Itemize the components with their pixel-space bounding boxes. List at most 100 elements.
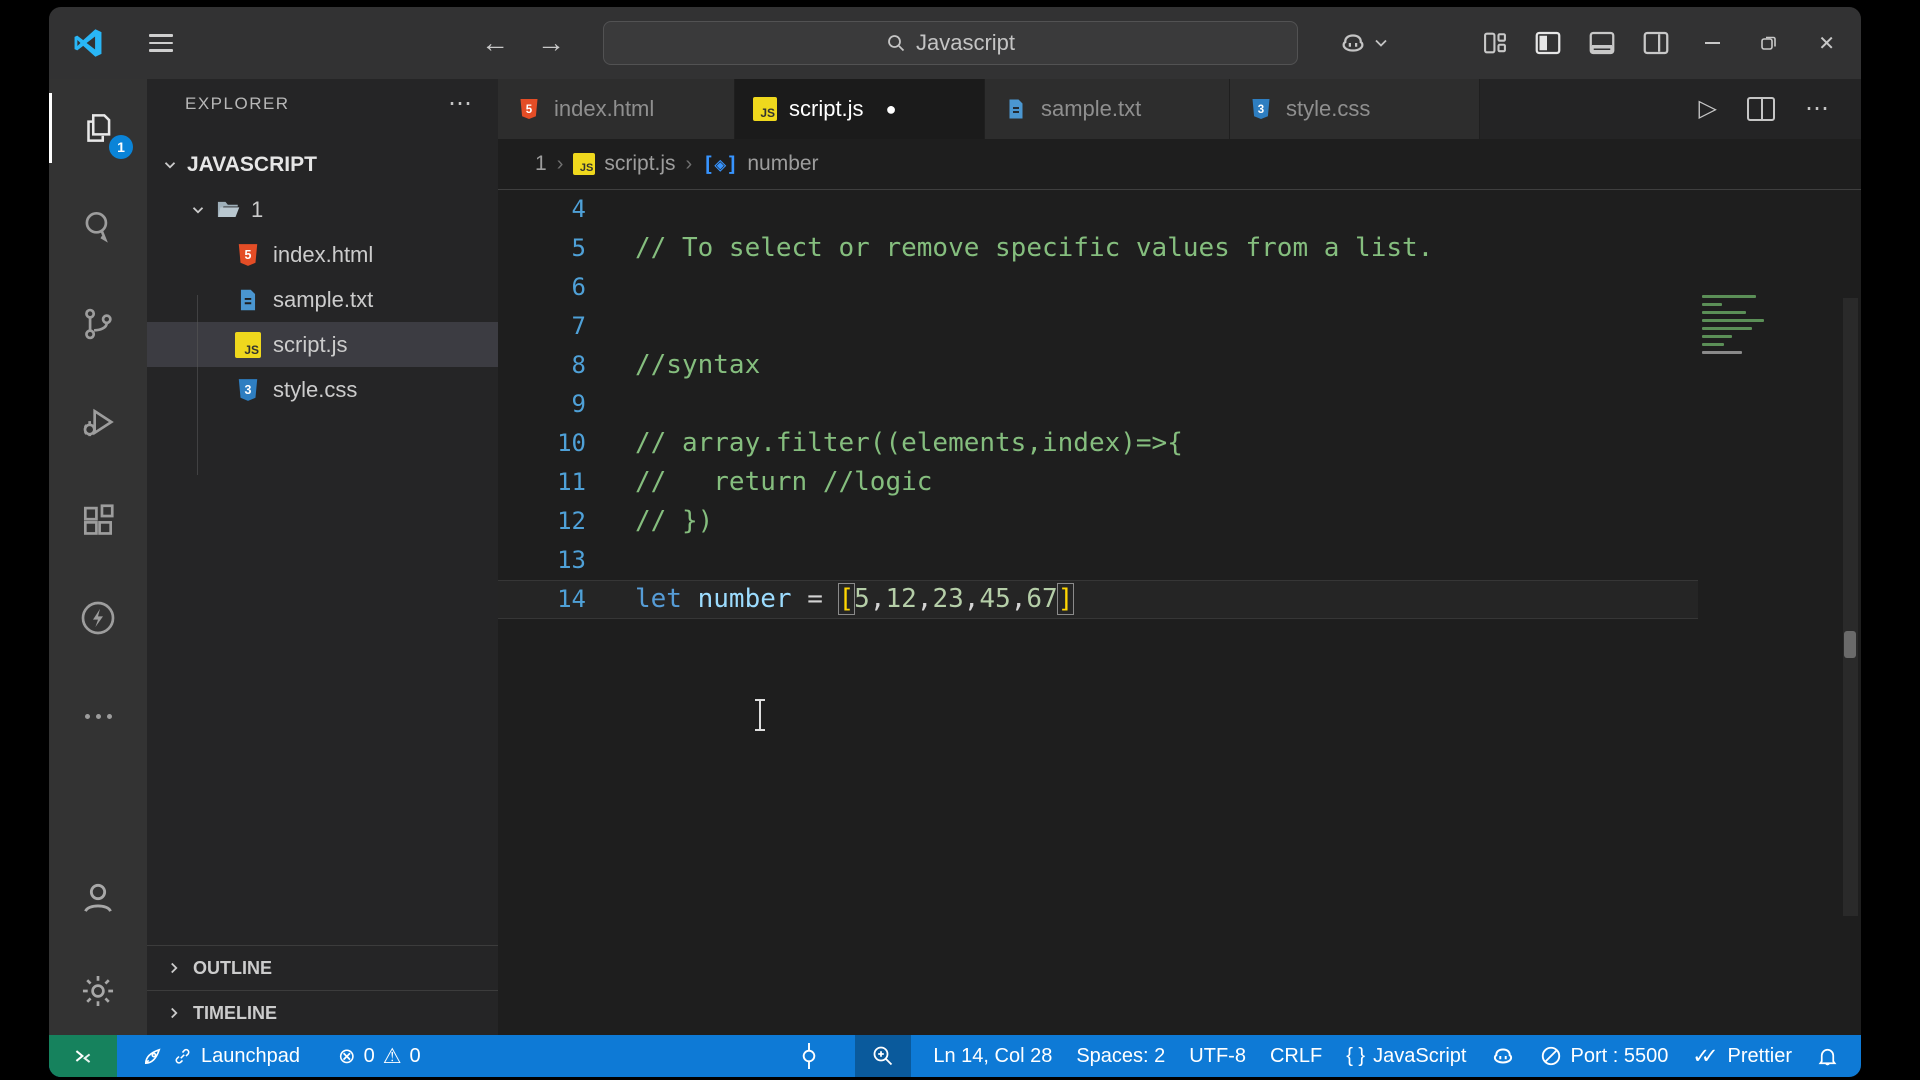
code-line-4[interactable]: 4 xyxy=(498,190,1698,229)
extensions-view-icon[interactable] xyxy=(49,471,147,569)
line-number: 13 xyxy=(557,546,586,574)
tab-label: style.css xyxy=(1286,96,1371,121)
line-content xyxy=(586,190,635,229)
menu-icon[interactable] xyxy=(149,34,173,52)
line-content: // array.filter((elements,index)=>{ xyxy=(635,428,1183,458)
js-icon: JS xyxy=(235,331,261,358)
editor-scrollbar[interactable] xyxy=(1843,298,1858,916)
zoom-status[interactable] xyxy=(855,1035,912,1077)
cursor-position-status[interactable]: Ln 14, Col 28 xyxy=(921,1035,1064,1077)
formatter-label: Prettier xyxy=(1727,1044,1792,1067)
breadcrumb-symbol[interactable]: [◈] number xyxy=(702,152,818,176)
minimize-button[interactable] xyxy=(1705,42,1721,44)
line-number: 12 xyxy=(557,507,586,535)
toggle-panel-icon[interactable] xyxy=(1587,28,1617,58)
file-row-script.js[interactable]: JS script.js xyxy=(147,322,498,367)
customize-layout-icon[interactable] xyxy=(1481,29,1509,57)
minimap[interactable] xyxy=(1702,295,1768,359)
notifications-status[interactable] xyxy=(1804,1035,1851,1077)
code-line-8[interactable]: 8 //syntax xyxy=(498,346,1698,385)
more-views-icon[interactable] xyxy=(49,667,147,765)
source-control-view-icon[interactable] xyxy=(49,275,147,373)
forward-icon[interactable]: → xyxy=(537,29,565,57)
tab-label: index.html xyxy=(554,96,655,121)
file-row-style.css[interactable]: 3 style.css xyxy=(147,367,498,412)
braces-icon: { } xyxy=(1346,1044,1366,1067)
tab-script.js[interactable]: JS script.js ● xyxy=(735,79,985,139)
breadcrumb-folder[interactable]: 1 xyxy=(535,152,547,176)
search-icon xyxy=(85,211,108,243)
toggle-sidebar-icon[interactable] xyxy=(1533,28,1563,58)
code-lines: 4 5 // To select or remove specific values… xyxy=(498,190,1698,619)
tab-label: script.js xyxy=(789,96,864,121)
eol-status[interactable]: CRLF xyxy=(1258,1035,1334,1077)
code-line-14[interactable]: 14 let number = [5,12,23,45,67] xyxy=(498,580,1698,619)
settings-icon[interactable] xyxy=(49,946,147,1035)
explorer-badge: 1 xyxy=(109,135,133,159)
chevron-right-icon xyxy=(171,1007,178,1019)
code-line-9[interactable]: 9 xyxy=(498,385,1698,424)
code-line-5[interactable]: 5 // To select or remove specific values … xyxy=(498,229,1698,268)
encoding-status[interactable]: UTF-8 xyxy=(1177,1035,1258,1077)
folder-open-icon xyxy=(217,201,240,217)
copilot-menu[interactable] xyxy=(1338,28,1388,58)
code-line-11[interactable]: 11 // return //logic xyxy=(498,463,1698,502)
line-content xyxy=(586,385,635,424)
code-line-10[interactable]: 10 // array.filter((elements,index)=>{ xyxy=(498,424,1698,463)
line-number: 9 xyxy=(571,390,586,418)
chevron-right-icon xyxy=(171,962,178,974)
timeline-section[interactable]: TIMELINE xyxy=(147,990,498,1035)
chevron-right-icon: › xyxy=(556,152,564,175)
formatter-status[interactable]: ✓✓ Prettier xyxy=(1680,1035,1804,1077)
breadcrumb-file[interactable]: JS script.js xyxy=(573,152,676,176)
code-editor[interactable]: 4 5 // To select or remove specific values… xyxy=(498,190,1861,1035)
js-icon: JS xyxy=(573,153,596,175)
live-server-view-icon[interactable] xyxy=(49,569,147,667)
html-icon: 5 xyxy=(516,96,542,122)
editor-more-actions-icon[interactable]: ⋯ xyxy=(1805,97,1829,121)
folder-row[interactable]: 1 xyxy=(147,187,498,232)
breadcrumb-file-label: script.js xyxy=(604,152,676,175)
toggle-secondary-sidebar-icon[interactable] xyxy=(1641,28,1671,58)
indentation-status[interactable]: Spaces: 2 xyxy=(1064,1035,1177,1077)
file-row-index.html[interactable]: 5 index.html xyxy=(147,232,498,277)
copilot-status[interactable] xyxy=(1478,1035,1528,1077)
chevron-right-icon: › xyxy=(685,152,693,175)
line-content: // To select or remove specific values f… xyxy=(635,233,1434,263)
run-debug-view-icon[interactable] xyxy=(49,373,147,471)
tab-index.html[interactable]: 5 index.html xyxy=(498,79,735,139)
file-row-sample.txt[interactable]: sample.txt xyxy=(147,277,498,322)
code-line-6[interactable]: 6 xyxy=(498,268,1698,307)
activity-bar: 1 xyxy=(49,79,147,1035)
launchpad-status[interactable]: Launchpad xyxy=(129,1035,312,1077)
remote-indicator[interactable] xyxy=(49,1035,117,1077)
close-button[interactable]: ✕ xyxy=(1818,31,1835,56)
line-number: 7 xyxy=(571,312,586,340)
tab-sample.txt[interactable]: sample.txt xyxy=(985,79,1230,139)
scrollbar-thumb[interactable] xyxy=(1844,631,1856,658)
section-label: TIMELINE xyxy=(193,1002,277,1023)
accounts-icon[interactable] xyxy=(49,848,147,946)
port-status[interactable]: Port : 5500 xyxy=(1528,1035,1680,1077)
code-line-13[interactable]: 13 xyxy=(498,541,1698,580)
code-line-7[interactable]: 7 xyxy=(498,307,1698,346)
restore-button[interactable] xyxy=(1760,34,1778,52)
explorer-view-icon[interactable]: 1 xyxy=(49,79,147,177)
css-icon: 3 xyxy=(235,377,261,403)
split-editor-icon[interactable] xyxy=(1747,97,1775,121)
dirty-indicator[interactable]: ● xyxy=(886,99,897,120)
search-view-icon[interactable] xyxy=(49,177,147,275)
problems-status[interactable]: ⊗ 0 ⚠ 0 xyxy=(326,1035,433,1077)
warning-count: 0 xyxy=(409,1044,421,1067)
run-button[interactable]: ▷ xyxy=(1699,97,1717,121)
back-icon[interactable]: ← xyxy=(481,29,509,57)
folder-name: 1 xyxy=(251,196,264,222)
cursor-position: Ln 14, Col 28 xyxy=(933,1044,1053,1067)
workspace-row[interactable]: JAVASCRIPT xyxy=(147,142,498,187)
tab-style.css[interactable]: 3 style.css xyxy=(1230,79,1480,139)
outline-section[interactable]: OUTLINE xyxy=(147,945,498,990)
command-center-search[interactable]: Javascript xyxy=(603,21,1298,65)
screencast-status[interactable] xyxy=(787,1035,831,1077)
language-status[interactable]: { } JavaScript xyxy=(1334,1035,1478,1077)
code-line-12[interactable]: 12 // }) xyxy=(498,502,1698,541)
